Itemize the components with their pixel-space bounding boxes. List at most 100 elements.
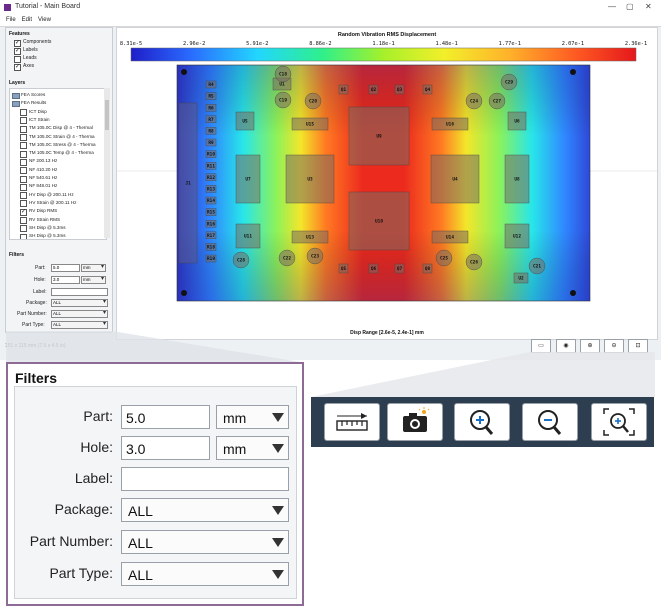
layer-item[interactable]: RV Strain RMS: [29, 217, 60, 222]
layer-checkbox[interactable]: [20, 175, 27, 183]
scrollbar-thumb[interactable]: [105, 100, 109, 130]
layer-item[interactable]: RV Disp RMS: [29, 208, 57, 213]
menu-view[interactable]: View: [38, 17, 51, 23]
label-label-small: Label:: [33, 289, 47, 295]
component-label: C18: [279, 72, 287, 78]
menu-edit[interactable]: Edit: [22, 17, 32, 23]
application-window: Tutorial - Main Board — ▢ ✕ File Edit View…: [0, 0, 661, 360]
component-label: C21: [533, 264, 541, 270]
layer-checkbox[interactable]: [20, 233, 27, 239]
hole-unit-select-small[interactable]: mm: [81, 276, 106, 284]
measure-button[interactable]: [324, 403, 380, 441]
layer-checkbox[interactable]: [20, 134, 27, 141]
layer-item[interactable]: FEA Scores: [21, 92, 45, 97]
component-label: C22: [283, 256, 291, 262]
layer-checkbox[interactable]: [20, 192, 27, 200]
part-unit-select-small[interactable]: mm: [81, 264, 106, 272]
layer-checkbox[interactable]: [20, 158, 27, 166]
component-label: R5: [208, 94, 214, 100]
layers-tree[interactable]: FEA Scores FEA Results ICT Disp ICT Strain T…: [9, 88, 107, 240]
layer-checkbox[interactable]: [20, 200, 27, 208]
colorbar-tick-label: 8.31e-5: [120, 41, 142, 47]
layer-item[interactable]: NF 200.13 Hz: [29, 158, 57, 163]
part-input-small[interactable]: 5.0: [51, 264, 80, 272]
label-label: Label:: [74, 470, 113, 486]
feature-checkbox[interactable]: [14, 56, 21, 63]
zoom-fit-button-small[interactable]: ⊡: [628, 339, 648, 353]
layer-checkbox[interactable]: [20, 150, 27, 158]
part-unit-select[interactable]: mm: [216, 405, 289, 429]
component-label: C19: [279, 98, 287, 104]
layers-scrollbar[interactable]: [104, 88, 110, 238]
filters-title: Filters: [15, 370, 58, 386]
minimize-button[interactable]: —: [608, 2, 616, 11]
colorbar: [130, 47, 637, 62]
feature-checkbox[interactable]: [14, 63, 21, 71]
partnumber-select-small[interactable]: ALL: [51, 310, 108, 318]
package-select-small[interactable]: ALL: [51, 299, 108, 307]
package-label: Package:: [54, 501, 113, 517]
board-viewport[interactable]: Random Vibration RMS Displacement 8.31e-…: [116, 27, 658, 340]
package-select[interactable]: ALL: [121, 498, 289, 522]
zoom-out-button-small[interactable]: ⊖: [604, 339, 624, 353]
layer-item[interactable]: TM 105.0C Stress @ 4 - Therma: [29, 142, 96, 147]
component-label: C20: [309, 99, 317, 105]
zoom-fit-button[interactable]: [591, 403, 647, 441]
feature-checkbox[interactable]: [14, 47, 21, 55]
close-button[interactable]: ✕: [645, 2, 652, 11]
snapshot-button-small[interactable]: ◉: [556, 339, 576, 353]
hole-label: Hole:: [80, 439, 113, 455]
layer-checkbox[interactable]: [20, 167, 27, 175]
zoom-in-button-small[interactable]: ⊕: [580, 339, 600, 353]
parttype-select[interactable]: ALL: [121, 562, 289, 586]
layer-checkbox[interactable]: [20, 183, 27, 191]
zoom-in-button[interactable]: [454, 403, 510, 441]
layer-item[interactable]: NF 848.01 Hz: [29, 183, 57, 188]
hole-input[interactable]: 3.0: [121, 436, 210, 460]
layer-item[interactable]: SH Disp @ 5.3ms: [29, 225, 66, 230]
part-input[interactable]: 5.0: [121, 405, 210, 429]
component-label: Q2: [371, 87, 377, 93]
layer-item[interactable]: SH Disp @ 5.3ms: [29, 233, 66, 238]
layer-item[interactable]: NF 540.61 Hz: [29, 175, 57, 180]
measure-button-small[interactable]: ▭: [531, 339, 551, 353]
colorbar-tick-label: 1.77e-1: [499, 41, 521, 47]
parttype-select-small[interactable]: ALL: [51, 321, 108, 329]
dropdown-arrow-icon: [269, 407, 287, 427]
component-label: Q1: [341, 87, 347, 93]
partnumber-label: Part Number:: [29, 533, 113, 549]
partnumber-select[interactable]: ALL: [121, 530, 289, 554]
maximize-button[interactable]: ▢: [626, 2, 634, 11]
component-label: U9: [376, 134, 382, 140]
label-input[interactable]: [121, 467, 289, 491]
component-label: C25: [440, 256, 448, 262]
layer-item[interactable]: HV Disp @ 200.11 Hz: [29, 192, 74, 197]
layer-item[interactable]: TM 105.0C Strain @ 4 - Therma: [29, 134, 95, 139]
component-label: R10: [207, 152, 215, 158]
layer-item[interactable]: HV Strain @ 200.11 Hz: [29, 200, 76, 205]
layer-item[interactable]: ICT Disp: [29, 109, 47, 114]
snapshot-button[interactable]: [387, 403, 443, 441]
zoom-out-button[interactable]: [522, 403, 578, 441]
feature-checkbox[interactable]: [14, 39, 21, 47]
layer-checkbox[interactable]: [20, 208, 27, 216]
mounting-hole: [570, 69, 576, 75]
toolbar-zoom-panel: [311, 397, 654, 447]
menu-file[interactable]: File: [6, 17, 16, 23]
layer-item[interactable]: FEA Results: [21, 100, 46, 105]
layer-checkbox[interactable]: [20, 117, 27, 125]
features-title: Features: [9, 31, 30, 37]
layer-checkbox[interactable]: [20, 125, 27, 133]
layer-item[interactable]: ICT Strain: [29, 117, 50, 122]
layer-checkbox[interactable]: [20, 225, 27, 233]
window-title: Tutorial - Main Board: [15, 3, 81, 10]
layer-checkbox[interactable]: [20, 109, 27, 117]
hole-unit-select[interactable]: mm: [216, 436, 289, 460]
hole-input-small[interactable]: 3.0: [51, 276, 80, 284]
layer-item[interactable]: TM 105.0C Temp @ 4 - Therma: [29, 150, 94, 155]
layer-checkbox[interactable]: [20, 217, 27, 224]
layer-item[interactable]: TM 105.0C Disp @ 4 - Thermal: [29, 125, 93, 130]
label-input-small[interactable]: [51, 288, 108, 296]
layer-item[interactable]: NF 410.20 Hz: [29, 167, 57, 172]
layer-checkbox[interactable]: [20, 142, 27, 150]
